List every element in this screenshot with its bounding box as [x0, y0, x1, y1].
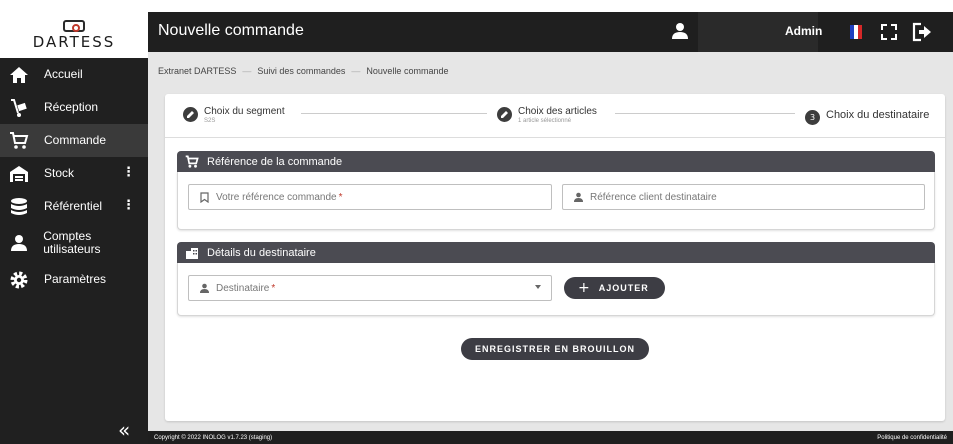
add-recipient-button[interactable]: + AJOUTER	[564, 277, 665, 299]
sidebar-item-stock[interactable]: Stock ⋮	[0, 157, 148, 190]
sidebar-item-label: Paramètres	[44, 272, 107, 287]
breadcrumb-item[interactable]: Suivi des commandes	[257, 66, 345, 76]
sidebar-item-label: Accueil	[44, 67, 83, 82]
step-articles[interactable]: Choix des articles 1 article sélectionné	[497, 106, 597, 124]
sidebar-item-label: Réception	[44, 100, 99, 115]
cart-icon	[8, 130, 30, 152]
brand-logo[interactable]: DARTESS	[0, 12, 148, 58]
order-reference-input[interactable]: Votre référence commande *	[188, 184, 552, 210]
dolly-icon	[8, 97, 30, 119]
page-title: Nouvelle commande	[158, 22, 304, 39]
user-icon	[8, 232, 29, 254]
client-reference-placeholder: Référence client destinataire	[590, 191, 717, 203]
step-destinataire[interactable]: 3 Choix du destinataire	[805, 109, 929, 125]
stepper: Choix du segment S2S Choix des articles …	[165, 94, 945, 138]
recipient-section-body: Destinataire * + AJOUTER	[177, 263, 935, 316]
order-form-card: Choix du segment S2S Choix des articles …	[165, 94, 945, 421]
recipient-placeholder: Destinataire	[216, 282, 270, 294]
sidebar-item-label: Commande	[44, 133, 107, 148]
footer: Copyright © 2022 INOLOG v1.7.23 (staging…	[148, 431, 953, 444]
sidebar-item-accueil[interactable]: Accueil	[0, 58, 148, 91]
required-mark: *	[271, 282, 276, 294]
step-number: 3	[805, 110, 820, 125]
section-title: Détails du destinataire	[207, 246, 316, 259]
step-sublabel: 1 article sélectionné	[518, 118, 572, 124]
step-connector	[615, 113, 795, 114]
step-segment[interactable]: Choix du segment S2S	[183, 106, 285, 124]
copyright-text: Copyright © 2022 INOLOG v1.7.23 (staging…	[154, 434, 273, 441]
recipient-select[interactable]: Destinataire *	[188, 275, 552, 301]
save-draft-button[interactable]: ENREGISTRER EN BROUILLON	[461, 338, 649, 360]
language-flag-icon[interactable]	[850, 25, 862, 39]
top-strip	[0, 0, 953, 12]
step-connector	[301, 113, 487, 114]
chevron-down-icon	[535, 285, 541, 289]
add-recipient-label: AJOUTER	[598, 283, 649, 293]
home-icon	[8, 64, 30, 86]
sidebar-item-referentiel[interactable]: Référentiel ⋮	[0, 190, 148, 223]
main-content: Extranet DARTESS — Suivi des commandes —…	[148, 52, 953, 431]
sidebar-item-comptes-utilisateurs[interactable]: Comptes utilisateurs	[0, 223, 148, 263]
sidebar-item-label: Comptes utilisateurs	[43, 229, 101, 256]
user-name[interactable]: Admin	[785, 24, 822, 38]
edit-icon	[183, 107, 198, 122]
sidebar-item-parametres[interactable]: Paramètres	[0, 263, 148, 296]
section-title: Référence de la commande	[207, 155, 343, 168]
sidebar: DARTESS Accueil Réception Commande Stock…	[0, 12, 148, 444]
breadcrumb-separator: —	[242, 66, 252, 76]
plus-icon: +	[578, 280, 591, 296]
reference-section-header: Référence de la commande	[177, 151, 935, 172]
breadcrumb: Extranet DARTESS — Suivi des commandes —…	[158, 66, 448, 76]
building-icon	[185, 246, 199, 260]
sidebar-item-label: Stock	[44, 166, 75, 181]
warehouse-icon	[8, 163, 30, 185]
sidebar-item-reception[interactable]: Réception	[0, 91, 148, 124]
breadcrumb-item-current: Nouvelle commande	[366, 66, 449, 76]
edit-icon	[497, 107, 512, 122]
privacy-link[interactable]: Politique de confidentialité	[877, 435, 947, 441]
more-vert-icon[interactable]: ⋮	[122, 198, 135, 213]
breadcrumb-item[interactable]: Extranet DARTESS	[158, 66, 236, 76]
collapse-sidebar-icon[interactable]: «	[118, 418, 130, 442]
top-bar: Nouvelle commande Admin	[148, 12, 953, 52]
database-icon	[8, 196, 30, 218]
logo-icon	[63, 19, 85, 32]
breadcrumb-separator: —	[351, 66, 361, 76]
logout-icon[interactable]	[912, 22, 932, 42]
user-icon	[199, 283, 210, 294]
recipient-section-header: Détails du destinataire	[177, 242, 935, 263]
step-sublabel: S2S	[204, 118, 216, 124]
more-vert-icon[interactable]: ⋮	[122, 165, 135, 180]
client-reference-input[interactable]: Référence client destinataire	[562, 184, 925, 210]
sidebar-item-commande[interactable]: Commande	[0, 124, 148, 157]
reference-section-body: Votre référence commande * Référence cli…	[177, 172, 935, 230]
cart-icon	[185, 155, 199, 169]
gear-icon	[8, 269, 30, 291]
step-label: Choix du segment	[204, 106, 285, 117]
bookmark-icon	[199, 191, 210, 203]
user-icon[interactable]	[670, 21, 690, 41]
step-label: Choix du destinataire	[826, 109, 930, 121]
required-mark: *	[338, 191, 343, 203]
user-icon	[573, 192, 584, 203]
order-reference-placeholder: Votre référence commande	[216, 191, 337, 203]
brand-name: DARTESS	[32, 32, 116, 51]
fullscreen-icon[interactable]	[880, 23, 898, 41]
sidebar-item-label: Référentiel	[44, 199, 103, 214]
step-label: Choix des articles	[518, 106, 597, 117]
